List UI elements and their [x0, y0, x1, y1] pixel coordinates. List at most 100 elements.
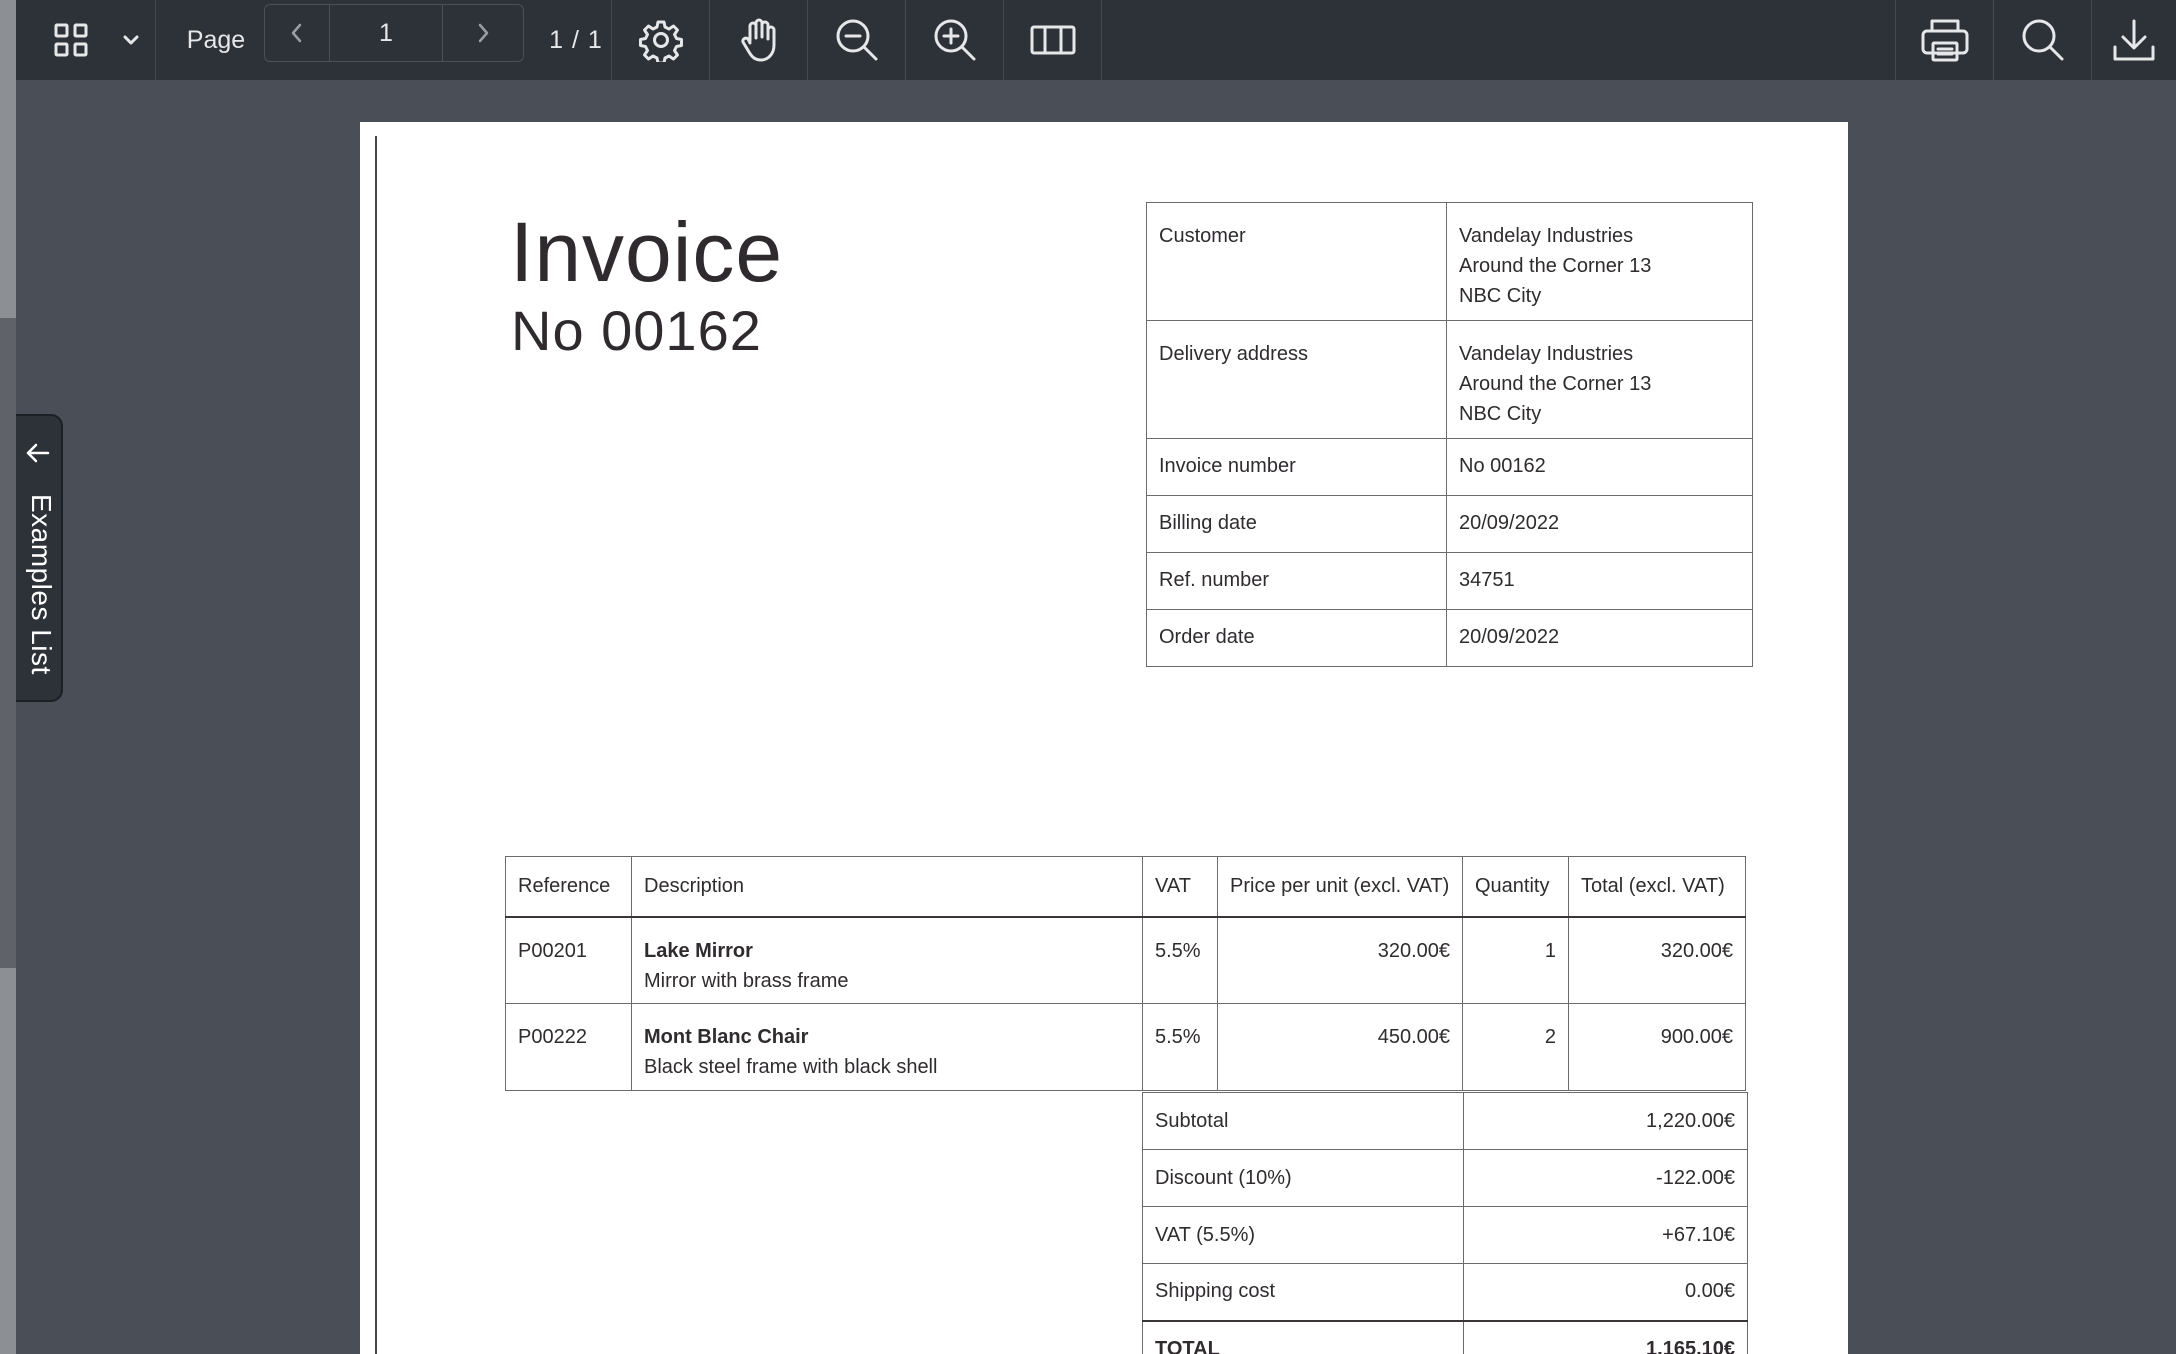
item-detail: Mirror with brass frame — [644, 969, 849, 992]
item-quantity: 2 — [1462, 1003, 1569, 1091]
examples-list-tab[interactable]: Examples List — [16, 414, 63, 702]
totals-row-shipping: Shipping cost 0.00€ — [1142, 1263, 1748, 1321]
totals-row-vat: VAT (5.5%) +67.10€ — [1142, 1206, 1748, 1264]
info-key: Billing date — [1146, 495, 1447, 553]
item-vat: 5.5% — [1142, 1003, 1218, 1091]
examples-list-label: Examples List — [26, 494, 57, 675]
page-count: 1 / 1 — [534, 0, 618, 80]
totals-row-total: TOTAL 1,165.10€ — [1142, 1319, 1748, 1354]
item-total: 900.00€ — [1568, 1003, 1746, 1091]
page-label-text: Page — [186, 25, 246, 54]
info-key: Invoice number — [1146, 438, 1447, 496]
viewer-toolbar: Page 1 / 1 — [16, 0, 2176, 80]
thumbnails-button[interactable] — [46, 0, 96, 80]
item-vat: 5.5% — [1142, 916, 1218, 1004]
info-line: Vandelay Industries — [1459, 343, 1634, 365]
info-value: Vandelay Industries Around the Corner 13… — [1446, 202, 1753, 321]
columns-icon — [1030, 25, 1075, 55]
chevron-down-icon — [123, 35, 139, 45]
table-header-row: Reference Description VAT Price per unit… — [505, 856, 1746, 918]
view-options-dropdown[interactable] — [116, 0, 146, 80]
print-icon — [1921, 19, 1968, 62]
item-reference: P00201 — [505, 916, 632, 1004]
page-navigation — [264, 4, 524, 62]
zoom-in-button[interactable] — [906, 0, 1003, 80]
print-button[interactable] — [1896, 0, 1993, 80]
totals-value: 1,220.00€ — [1463, 1092, 1748, 1150]
totals-key: TOTAL — [1142, 1319, 1464, 1354]
hand-icon — [740, 18, 775, 62]
info-row-delivery-address: Delivery address Vandelay Industries Aro… — [1146, 320, 1753, 439]
item-price: 320.00€ — [1217, 916, 1463, 1004]
page-count-text: 1 / 1 — [549, 25, 603, 54]
left-scrollbar-thumb[interactable] — [0, 318, 16, 968]
totals-table: Subtotal 1,220.00€ Discount (10%) -122.0… — [1142, 1092, 1748, 1354]
pan-tool-button[interactable] — [710, 0, 807, 80]
totals-key: Subtotal — [1142, 1092, 1464, 1150]
item-name: Mont Blanc Chair — [644, 1026, 809, 1048]
previous-page-button[interactable] — [265, 0, 329, 66]
totals-row-discount: Discount (10%) -122.00€ — [1142, 1149, 1748, 1207]
info-key: Customer — [1146, 202, 1447, 321]
page-number-input[interactable] — [329, 5, 443, 61]
info-line: Around the Corner 13 — [1459, 255, 1652, 277]
page-label: Page — [176, 0, 256, 80]
info-row-invoice-number: Invoice number No 00162 — [1146, 438, 1753, 496]
page-margin-line — [375, 136, 377, 1354]
info-key: Delivery address — [1146, 320, 1447, 439]
table-row: P00222 Mont Blanc Chair Black steel fram… — [505, 1003, 1746, 1091]
item-description: Lake Mirror Mirror with brass frame — [631, 916, 1143, 1004]
spread-view-button[interactable] — [1004, 0, 1101, 80]
info-line: NBC City — [1459, 285, 1542, 307]
info-value: Vandelay Industries Around the Corner 13… — [1446, 320, 1753, 439]
item-reference: P00222 — [505, 1003, 632, 1091]
info-line: Vandelay Industries — [1459, 225, 1634, 247]
totals-row-subtotal: Subtotal 1,220.00€ — [1142, 1092, 1748, 1150]
invoice-title: Invoice — [510, 205, 784, 299]
column-header: Quantity — [1462, 856, 1569, 918]
document-page: Invoice No 00162 Customer Vandelay Indus… — [360, 122, 1848, 1354]
totals-value: +67.10€ — [1463, 1206, 1748, 1264]
zoom-out-button[interactable] — [808, 0, 905, 80]
thumbnails-icon — [54, 23, 88, 57]
totals-value: 0.00€ — [1463, 1263, 1748, 1321]
totals-key: Discount (10%) — [1142, 1149, 1464, 1207]
table-row: P00201 Lake Mirror Mirror with brass fra… — [505, 916, 1746, 1004]
left-scrollbar[interactable] — [0, 0, 16, 1354]
chevron-right-icon — [478, 23, 489, 43]
line-items-table: Reference Description VAT Price per unit… — [505, 856, 1746, 1091]
totals-key: Shipping cost — [1142, 1263, 1464, 1321]
chevron-left-icon — [291, 23, 302, 43]
search-button[interactable] — [1994, 0, 2091, 80]
gear-icon — [638, 20, 683, 62]
arrow-left-icon — [26, 443, 50, 463]
info-value: No 00162 — [1446, 438, 1753, 496]
info-row-billing-date: Billing date 20/09/2022 — [1146, 495, 1753, 553]
column-header: Total (excl. VAT) — [1568, 856, 1746, 918]
info-row-order-date: Order date 20/09/2022 — [1146, 609, 1753, 667]
info-line: NBC City — [1459, 403, 1542, 425]
invoice-info-table: Customer Vandelay Industries Around the … — [1146, 202, 1753, 667]
item-quantity: 1 — [1462, 916, 1569, 1004]
settings-button[interactable] — [612, 0, 709, 80]
info-value: 20/09/2022 — [1446, 609, 1753, 667]
zoom-in-icon — [934, 19, 975, 61]
info-row-customer: Customer Vandelay Industries Around the … — [1146, 202, 1753, 321]
zoom-out-icon — [836, 19, 877, 61]
totals-value: 1,165.10€ — [1463, 1319, 1748, 1354]
column-header: Description — [631, 856, 1143, 918]
download-button[interactable] — [2092, 0, 2176, 80]
totals-value: -122.00€ — [1463, 1149, 1748, 1207]
column-header: Reference — [505, 856, 632, 918]
item-name: Lake Mirror — [644, 939, 753, 962]
item-detail: Black steel frame with black shell — [644, 1056, 938, 1078]
column-header: Price per unit (excl. VAT) — [1217, 856, 1463, 918]
item-total: 320.00€ — [1568, 916, 1746, 1004]
item-price: 450.00€ — [1217, 1003, 1463, 1091]
download-icon — [2113, 19, 2155, 61]
item-description: Mont Blanc Chair Black steel frame with … — [631, 1003, 1143, 1091]
search-icon — [2022, 19, 2063, 61]
next-page-button[interactable] — [443, 0, 523, 66]
info-value: 20/09/2022 — [1446, 495, 1753, 553]
totals-key: VAT (5.5%) — [1142, 1206, 1464, 1264]
